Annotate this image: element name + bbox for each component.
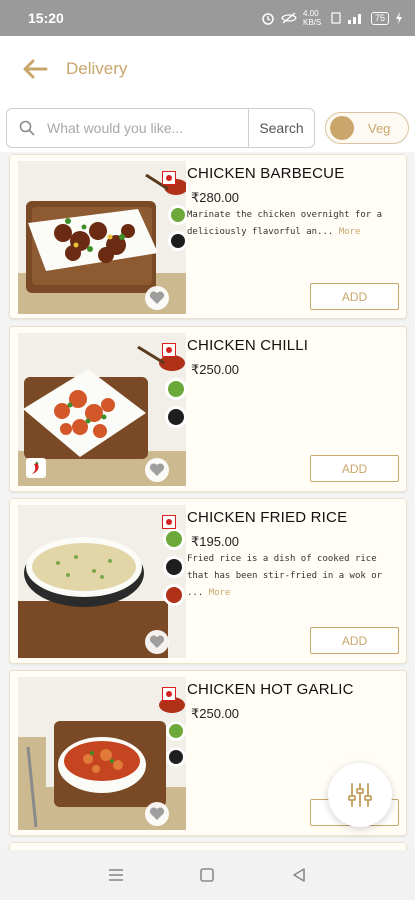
chili-icon <box>26 458 46 478</box>
arrow-left-icon <box>23 59 48 79</box>
product-image <box>18 505 186 658</box>
search-row: Search Veg <box>0 102 415 152</box>
filter-button[interactable] <box>328 763 392 827</box>
home-icon[interactable] <box>192 860 222 890</box>
product-image <box>18 677 186 830</box>
veg-toggle-label: Veg <box>368 120 391 136</box>
status-icons: 4.00 KB/S 75 <box>261 9 403 27</box>
product-card[interactable]: CHICKEN FRIED RICE ₹195.00 Fried rice is… <box>9 498 407 664</box>
add-button[interactable]: ADD <box>310 283 399 310</box>
heart-icon[interactable] <box>145 286 169 310</box>
product-price: ₹250.00 <box>191 362 240 377</box>
product-price: ₹280.00 <box>191 190 240 205</box>
product-card[interactable] <box>9 842 407 850</box>
network-speed: 4.00 KB/S <box>302 9 322 27</box>
product-name: CHICKEN CHILLI <box>187 337 309 354</box>
back-nav-icon[interactable] <box>284 860 314 890</box>
product-price: ₹195.00 <box>191 534 240 549</box>
search-bar: Search <box>6 108 315 148</box>
heart-icon[interactable] <box>145 802 169 826</box>
search-icon <box>19 119 37 137</box>
product-price: ₹250.00 <box>191 706 240 721</box>
more-link[interactable]: More <box>209 588 231 598</box>
battery-icon: 75 <box>370 11 389 25</box>
search-input[interactable] <box>47 120 237 136</box>
heart-icon[interactable] <box>145 458 169 482</box>
non-veg-mark-icon <box>162 687 176 701</box>
product-list[interactable]: CHICKEN BARBECUE ₹280.00 Marinate the ch… <box>0 152 415 850</box>
filter-sliders-icon <box>348 783 372 807</box>
add-button[interactable]: ADD <box>310 455 399 482</box>
heart-icon[interactable] <box>145 630 169 654</box>
signal-icon <box>347 14 361 24</box>
non-veg-mark-icon <box>162 515 176 529</box>
non-veg-mark-icon <box>162 171 176 185</box>
product-description: Marinate the chicken overnight for a del… <box>187 207 397 241</box>
product-name: CHICKEN FRIED RICE <box>187 509 348 526</box>
app-header: Delivery <box>0 36 415 102</box>
product-image <box>18 161 186 314</box>
eye-off-icon <box>281 12 297 24</box>
more-link[interactable]: More <box>339 227 361 237</box>
product-card[interactable]: CHICKEN BARBECUE ₹280.00 Marinate the ch… <box>9 154 407 319</box>
status-bar: 15:20 4.00 KB/S 75 <box>0 0 415 36</box>
veg-toggle[interactable]: Veg <box>325 112 409 144</box>
product-image <box>18 333 186 486</box>
product-name: CHICKEN HOT GARLIC <box>187 681 354 698</box>
add-button[interactable]: ADD <box>310 627 399 654</box>
veg-toggle-knob <box>330 116 354 140</box>
alarm-icon <box>262 13 274 25</box>
wifi-icon <box>331 12 341 24</box>
status-time: 15:20 <box>28 10 64 26</box>
menu-icon[interactable] <box>101 860 131 890</box>
system-nav-bar <box>0 850 415 900</box>
product-description: Fried rice is a dish of cooked rice that… <box>187 551 397 602</box>
search-button[interactable]: Search <box>248 109 314 147</box>
back-button[interactable] <box>22 54 52 84</box>
product-card[interactable]: CHICKEN CHILLI ₹250.00 ADD <box>9 326 407 492</box>
page-title: Delivery <box>66 59 128 78</box>
charging-icon <box>396 12 402 24</box>
product-name: CHICKEN BARBECUE <box>187 165 345 182</box>
non-veg-mark-icon <box>162 343 176 357</box>
